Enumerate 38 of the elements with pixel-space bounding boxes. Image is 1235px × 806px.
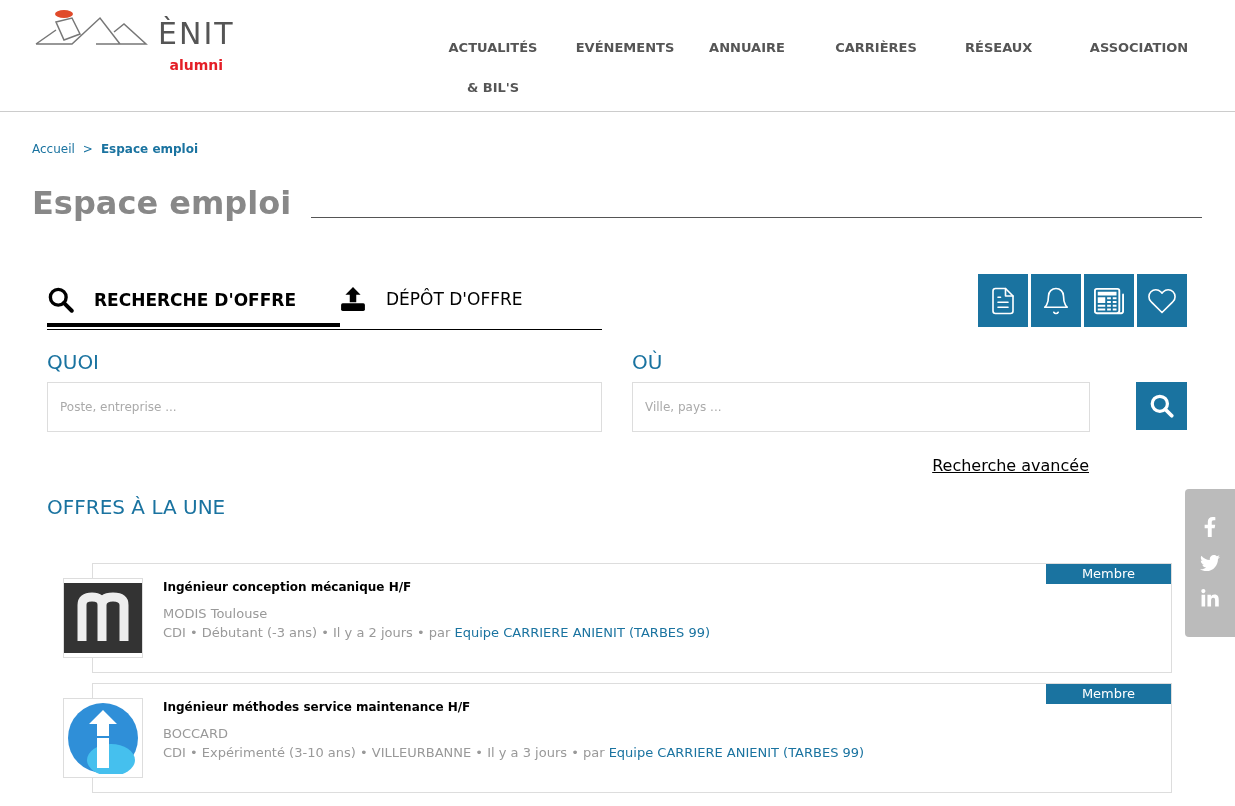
author-link[interactable]: Equipe CARRIERE ANIENIT (TARBES 99) <box>454 625 711 640</box>
tab[interactable]: DÉPÔT D'OFFRE <box>340 274 602 322</box>
breadcrumb-link[interactable]: Accueil <box>32 142 75 156</box>
advanced-search-link[interactable]: Recherche avancée <box>932 456 1089 475</box>
nav-link[interactable]: RÉSEAUX <box>953 28 1043 111</box>
favorites-button[interactable] <box>1137 274 1187 327</box>
search-button[interactable] <box>1136 382 1187 430</box>
field-label: OÙ <box>632 350 664 374</box>
tab[interactable]: RECHERCHE D'OFFRE <box>47 274 340 327</box>
nav-link[interactable]: ANNUAIRE <box>695 28 799 111</box>
field-label: QUOI <box>47 350 101 374</box>
alert-button[interactable] <box>1031 274 1081 327</box>
newspaper-icon <box>1094 285 1124 316</box>
upload-icon <box>340 286 366 312</box>
job-details: CDI • Expérimenté (3-10 ans) • VILLEURBANNE • Il y a 3 jours • par Equipe CARRIERE ANIENIT (TARBES 99) <box>163 745 866 760</box>
newspaper-button[interactable] <box>1084 274 1134 327</box>
logo-subtitle: alumni <box>169 57 224 73</box>
input-field[interactable]: Poste, entreprise ... <box>47 382 602 432</box>
author-link[interactable]: Equipe CARRIERE ANIENIT (TARBES 99) <box>608 745 865 760</box>
bell-icon <box>1041 285 1071 316</box>
search-icon <box>47 286 74 313</box>
nav-link[interactable]: ACTUALITÉS & BIL'S <box>431 28 555 111</box>
document-button[interactable] <box>978 274 1028 327</box>
breadcrumb-link[interactable]: Espace emploi <box>100 142 199 156</box>
logo-wordmark: ÈNIT <box>158 16 235 51</box>
section-title: OFFRES À LA UNE <box>47 495 227 519</box>
member-badge: Membre <box>1046 564 1171 584</box>
nav-link[interactable]: EVÉNEMENTS <box>555 28 695 111</box>
company-name: MODIS Toulouse <box>163 606 269 621</box>
page-title: Espace emploi <box>32 184 292 222</box>
company-name: BOCCARD <box>163 726 229 741</box>
member-badge: Membre <box>1046 684 1171 704</box>
nav-link[interactable]: ASSOCIATION <box>1043 28 1235 111</box>
input-field[interactable]: Ville, pays ... <box>632 382 1090 432</box>
search-icon <box>1148 393 1175 419</box>
job-details: CDI • Débutant (-3 ans) • Il y a 2 jours • par Equipe CARRIERE ANIENIT (TARBES 99) <box>163 625 712 640</box>
nav-link[interactable]: CARRIÈRES <box>799 28 953 111</box>
breadcrumb-separator: > <box>82 142 93 156</box>
